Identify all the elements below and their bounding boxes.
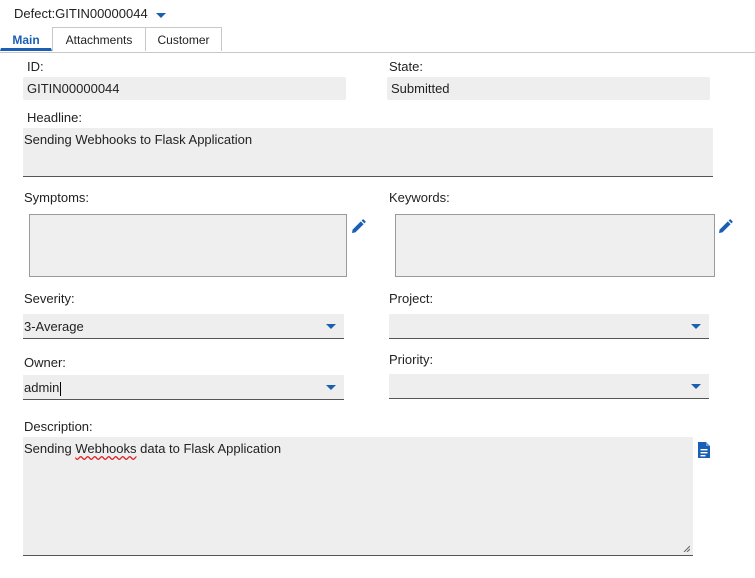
owner-label: Owner: xyxy=(24,355,66,370)
severity-select[interactable]: 3-Average xyxy=(23,314,344,339)
symptoms-box[interactable] xyxy=(29,214,347,277)
headline-field[interactable]: Sending Webhooks to Flask Application xyxy=(23,128,713,177)
project-label: Project: xyxy=(389,291,434,306)
pencil-icon[interactable] xyxy=(349,218,367,236)
severity-label: Severity: xyxy=(24,291,75,306)
owner-value: admin xyxy=(24,380,60,395)
state-label: State: xyxy=(389,59,423,74)
record-title: Defect:GITIN00000044 xyxy=(14,6,148,21)
chevron-down-icon xyxy=(326,324,336,329)
description-text: Sending Webhooks data to Flask Applicati… xyxy=(24,441,282,456)
document-icon[interactable] xyxy=(697,441,711,459)
resize-grip-icon[interactable] xyxy=(682,544,690,552)
headline-label: Headline: xyxy=(27,110,82,125)
chevron-down-icon xyxy=(691,384,701,389)
chevron-down-icon xyxy=(691,324,701,329)
keywords-label: Keywords: xyxy=(389,190,450,205)
priority-label: Priority: xyxy=(389,352,434,367)
keywords-box[interactable] xyxy=(395,214,715,277)
pencil-icon[interactable] xyxy=(716,218,734,236)
state-field: Submitted xyxy=(387,77,710,100)
tab-main[interactable]: Main xyxy=(0,27,52,51)
tab-customer[interactable]: Customer xyxy=(145,27,222,51)
record-title-dropdown[interactable]: Defect:GITIN00000044 xyxy=(14,6,166,21)
misspelled-word: Webhooks xyxy=(75,441,137,456)
symptoms-label: Symptoms: xyxy=(24,190,90,205)
description-field[interactable]: Sending Webhooks data to Flask Applicati… xyxy=(23,437,693,556)
id-label: ID: xyxy=(27,59,44,74)
chevron-down-icon xyxy=(326,385,336,390)
headline-text: Sending Webhooks to Flask Application xyxy=(24,132,253,147)
priority-select[interactable] xyxy=(389,374,709,399)
chevron-down-icon xyxy=(155,12,166,18)
description-label: Description: xyxy=(24,419,93,434)
text-cursor xyxy=(60,381,62,396)
severity-value: 3-Average xyxy=(24,319,84,334)
project-select[interactable] xyxy=(389,314,709,339)
owner-select[interactable]: admin xyxy=(23,375,344,400)
tab-bar: Main Attachments Customer xyxy=(0,27,755,53)
tab-attachments[interactable]: Attachments xyxy=(52,27,146,51)
id-field: GITIN00000044 xyxy=(23,77,346,100)
